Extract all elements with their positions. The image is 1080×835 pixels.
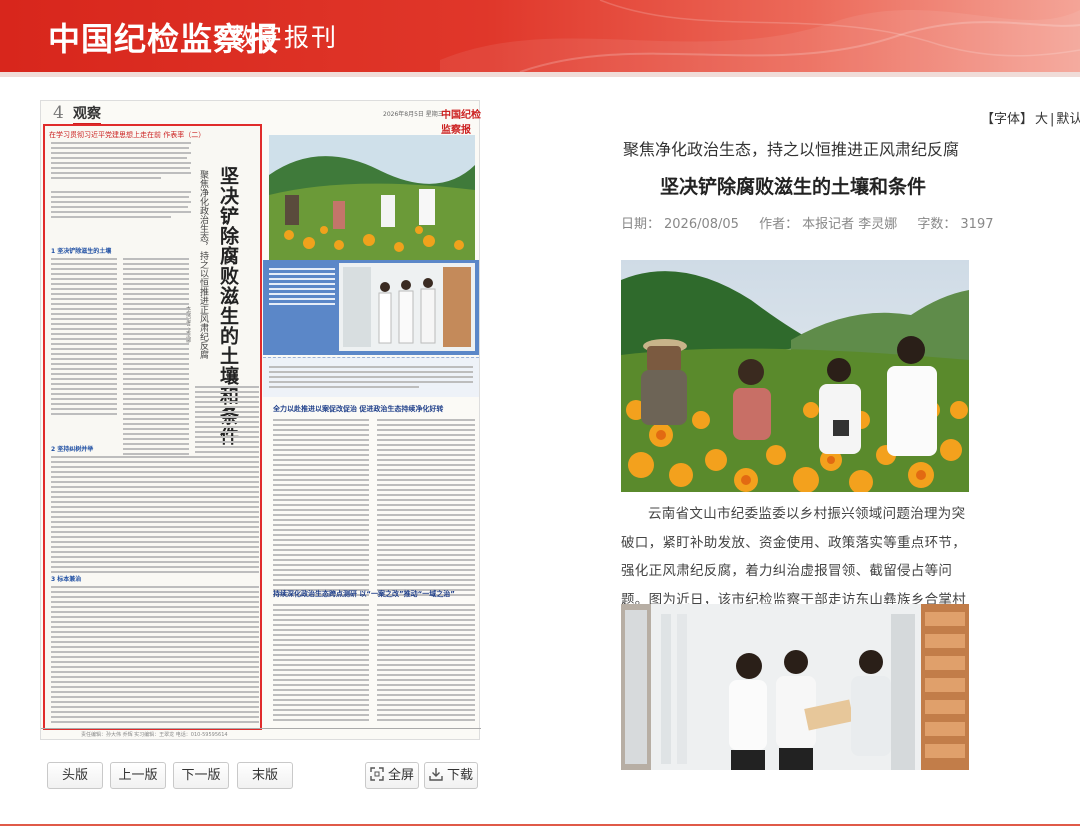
article-date: 2026/08/05 xyxy=(664,217,739,232)
page-subheadline-1: 全力以赴推进以案促改促治 促进政治生态持续净化好转 xyxy=(273,405,444,413)
right-col-2 xyxy=(377,419,475,599)
site-header: 中国纪检监察报 数字报刊 xyxy=(0,0,1080,72)
next-page-button[interactable]: 下一版 xyxy=(173,762,229,789)
font-label: 【字体】 xyxy=(981,112,1034,127)
right-col-1 xyxy=(273,419,369,599)
font-large-link[interactable]: 大 xyxy=(1035,112,1048,127)
fullscreen-button[interactable]: 全屏 xyxy=(365,762,419,789)
article-photo-field-visit xyxy=(621,260,969,492)
highlighted-article-region[interactable]: 在学习贯彻习近平党建思想上走在前 作表率（二） 坚决铲除腐败滋生的土壤和条件 聚… xyxy=(43,124,262,730)
page-header: 4 观察 2026年8月5日 星期三 中国纪检监察报 xyxy=(53,103,481,136)
page-date: 2026年8月5日 星期三 xyxy=(383,111,444,118)
author-label: 作者： xyxy=(759,217,799,232)
fullscreen-label: 全屏 xyxy=(387,768,414,783)
column-banner: 在学习贯彻习近平党建思想上走在前 作表率（二） xyxy=(49,131,206,139)
download-label: 下载 xyxy=(446,768,473,783)
body-section-3 xyxy=(51,586,259,726)
section-tag-2: 2 坚持纠树并举 xyxy=(51,446,94,453)
article-title: 坚决铲除腐败滋生的土壤和条件 xyxy=(659,176,926,198)
download-button[interactable]: 下载 xyxy=(424,762,478,789)
page-photo-field xyxy=(269,135,475,260)
fullscreen-icon xyxy=(370,767,384,781)
section-tag-1: 1 坚决铲除滋生的土壤 xyxy=(51,248,112,255)
newspaper-page[interactable]: 4 观察 2026年8月5日 星期三 中国纪检监察报 在学习贯彻习近平党建思想上… xyxy=(40,100,481,740)
date-label: 日期： xyxy=(621,217,661,232)
body-col-1 xyxy=(51,258,117,418)
first-page-button[interactable]: 头版 xyxy=(47,762,103,789)
section-tag-3: 3 标本兼治 xyxy=(51,576,82,583)
article-word-count: 3197 xyxy=(960,217,994,232)
article-kicker: 聚焦净化政治生态，持之以恒推进正风肃纪反腐 xyxy=(622,140,959,159)
page-reading-box xyxy=(263,357,479,397)
page-number: 4 xyxy=(53,103,64,123)
font-separator: | xyxy=(1050,112,1055,127)
article-author: 本报记者 李灵娜 xyxy=(802,217,898,232)
words-label: 字数： xyxy=(917,217,957,232)
font-size-control: 【字体】大|默认| xyxy=(980,108,1080,127)
right-col-3 xyxy=(273,604,369,724)
intro-text xyxy=(51,142,191,221)
prev-page-button[interactable]: 上一版 xyxy=(110,762,166,789)
page-footer: 责任编辑：孙大伟 乔辉 实习编辑：王翠龙 电话：010-59595614 xyxy=(41,728,481,740)
page-subheadline-2: 持续深化政治生态跨点测研 以“一案之改”推动“一域之治” xyxy=(273,590,455,598)
font-default-link[interactable]: 默认 xyxy=(1056,112,1080,127)
last-page-button[interactable]: 末版 xyxy=(237,762,293,789)
body-col-2 xyxy=(123,258,189,458)
page-section: 观察 xyxy=(73,103,101,125)
header-divider xyxy=(0,72,1080,77)
body-section-2 xyxy=(51,456,259,576)
header-decoration xyxy=(440,0,1080,72)
article-meta: 日期： 2026/08/05 作者： 本报记者 李灵娜 字数： 3197 xyxy=(621,213,998,232)
article-photo-archive-room xyxy=(621,604,969,770)
site-subtitle: 数字报刊 xyxy=(230,23,339,52)
download-icon xyxy=(429,768,443,781)
page-subheadline: 聚焦净化政治生态，持之以恒推进正风肃纪反腐 xyxy=(198,170,208,359)
footer-divider xyxy=(0,824,1080,826)
right-col-4 xyxy=(377,604,475,724)
page-brand: 中国纪检监察报 xyxy=(441,110,481,136)
page-photo-archive xyxy=(339,263,475,351)
